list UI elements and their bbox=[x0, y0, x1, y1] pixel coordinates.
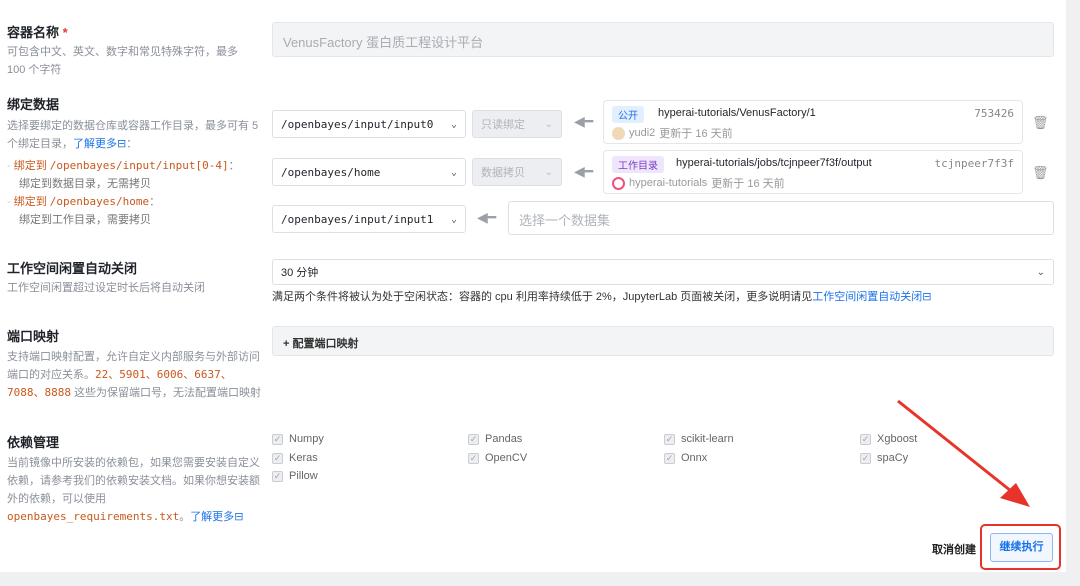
annotation-arrow-icon bbox=[897, 399, 1030, 507]
chevron-down-icon: ⌄ bbox=[450, 213, 457, 225]
public-tag: 公开 bbox=[612, 106, 644, 123]
chevron-down-icon: ⌄ bbox=[544, 166, 553, 178]
dataset-name: hyperai-tutorials/VenusFactory/1 bbox=[658, 107, 816, 119]
cancel-button[interactable]: 取消创建 bbox=[932, 541, 976, 557]
name-desc: 可包含中文、英文、数字和常见特殊字符，最多 100 个字符 bbox=[7, 46, 238, 76]
avatar bbox=[612, 126, 625, 140]
dep-checkbox-keras[interactable]: ✓ Keras bbox=[272, 452, 318, 464]
avatar bbox=[612, 176, 625, 190]
idle-doc-link[interactable]: 工作空间闲置自动关闭 bbox=[812, 291, 922, 303]
idle-note: 满足两个条件将被认为处于空闲状态：容器的 cpu 利用率持续低于 2%，Jupy… bbox=[272, 291, 932, 303]
arrow-left-icon: ◀━ bbox=[477, 209, 497, 225]
container-name-input[interactable]: VenusFactory 蛋白质工程设计平台 bbox=[272, 22, 1054, 57]
arrow-left-icon: ◀━ bbox=[574, 163, 594, 179]
mount-path-select-2[interactable]: /openbayes/home ⌄ bbox=[272, 158, 466, 186]
binding-rules: - 绑定到 /openbayes/input/input[0-4]： 绑定到数据… bbox=[7, 159, 240, 226]
trash-icon[interactable]: 🗑 bbox=[1032, 165, 1049, 181]
port-desc: 支持端口映射配置，允许自定义内部服务与外部访问端口的对应关系。22、5901、6… bbox=[7, 351, 262, 399]
annotation-highlight-box bbox=[980, 524, 1061, 570]
binding-label: 绑定数据 bbox=[7, 97, 60, 112]
learn-more-link[interactable]: 了解更多 bbox=[73, 138, 117, 150]
chevron-down-icon: ⌄ bbox=[544, 118, 553, 130]
deps-learn-more-link[interactable]: 了解更多 bbox=[190, 511, 234, 523]
port-label: 端口映射 bbox=[7, 329, 60, 344]
dataset-card-1[interactable]: 公开 hyperai-tutorials/VenusFactory/1 7534… bbox=[603, 100, 1023, 144]
arrow-left-icon: ◀━ bbox=[574, 113, 594, 129]
trash-icon[interactable]: 🗑 bbox=[1032, 115, 1049, 131]
workdir-tag: 工作目录 bbox=[612, 156, 664, 173]
idle-desc: 工作空间闲置超过设定时长后将自动关闭 bbox=[7, 282, 205, 294]
dataset-name: hyperai-tutorials/jobs/tcjnpeer7f3f/outp… bbox=[676, 157, 872, 169]
name-label: 容器名称 * bbox=[7, 25, 68, 40]
dataset-card-2[interactable]: 工作目录 hyperai-tutorials/jobs/tcjnpeer7f3f… bbox=[603, 150, 1023, 194]
mount-mode-select-2[interactable]: 数据拷贝 ⌄ bbox=[472, 158, 562, 186]
dep-checkbox-numpy[interactable]: ✓ Numpy bbox=[272, 433, 324, 445]
dataset-id: tcjnpeer7f3f bbox=[934, 157, 1014, 170]
dep-checkbox-onnx[interactable]: ✓ Onnx bbox=[664, 452, 707, 464]
dataset-id: 753426 bbox=[974, 107, 1014, 120]
dep-checkbox-pandas[interactable]: ✓ Pandas bbox=[468, 433, 522, 445]
external-link-icon: ⊟ bbox=[117, 138, 127, 150]
dep-checkbox-pillow[interactable]: ✓ Pillow bbox=[272, 470, 318, 482]
chevron-down-icon: ⌄ bbox=[1036, 266, 1045, 278]
mount-mode-select-1[interactable]: 只读绑定 ⌄ bbox=[472, 110, 562, 138]
dataset-meta: yudi2 更新于 16 天前 bbox=[612, 125, 733, 141]
configure-port-button[interactable]: + 配置端口映射 bbox=[272, 326, 1054, 356]
mount-path-select-3[interactable]: /openbayes/input/input1 ⌄ bbox=[272, 205, 466, 233]
dataset-meta: hyperai-tutorials 更新于 16 天前 bbox=[612, 175, 785, 191]
chevron-down-icon: ⌄ bbox=[450, 166, 457, 178]
binding-desc: 选择要绑定的数据仓库或容器工作目录，最多可有 5 个绑定目录，了解更多⊟： bbox=[7, 120, 259, 150]
dataset-select-input[interactable]: 选择一个数据集 bbox=[508, 201, 1054, 235]
dep-checkbox-opencv[interactable]: ✓ OpenCV bbox=[468, 452, 527, 464]
mount-path-select-1[interactable]: /openbayes/input/input0 ⌄ bbox=[272, 110, 466, 138]
idle-label: 工作空间闲置自动关闭 bbox=[7, 261, 138, 276]
idle-timeout-select[interactable]: 30 分钟 ⌄ bbox=[272, 259, 1054, 285]
dep-checkbox-scikit-learn[interactable]: ✓ scikit-learn bbox=[664, 433, 734, 445]
deps-label: 依赖管理 bbox=[7, 435, 60, 450]
deps-desc: 当前镜像中所安装的依赖包，如果您需要安装自定义依赖，请参考我们的依赖安装文档。如… bbox=[7, 457, 260, 523]
chevron-down-icon: ⌄ bbox=[450, 118, 457, 130]
